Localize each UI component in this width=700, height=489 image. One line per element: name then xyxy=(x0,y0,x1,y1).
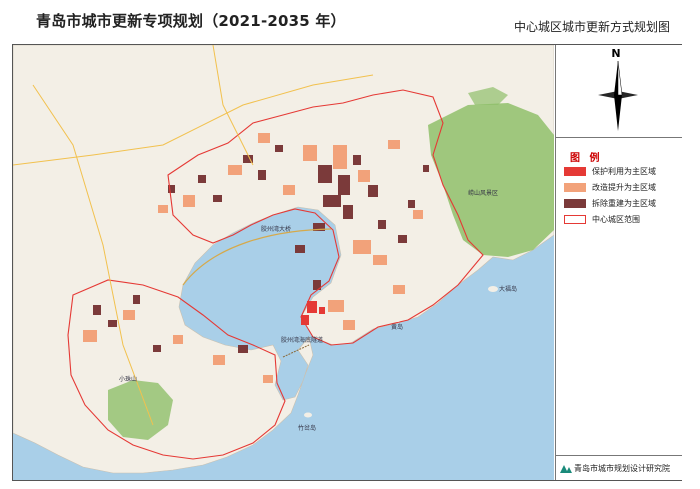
legend-label: 拆除重建为主区域 xyxy=(592,199,656,208)
map-title: 青岛市城市更新专项规划（2021-2035 年） xyxy=(36,12,346,30)
side-panel: N 图 例 保护利用为主区域 改造提升为主区域 拆除重建为主区域 中心城区范围 … xyxy=(555,45,682,480)
north-label: N xyxy=(611,47,620,60)
footer-org-text: 青岛市城市规划设计研究院 xyxy=(574,464,670,473)
legend-item-protection: 保护利用为主区域 xyxy=(564,167,682,177)
island-huang xyxy=(393,318,401,322)
label-huangdao: 黄岛 xyxy=(391,323,403,331)
map-subtitle: 中心城区城市更新方式规划图 xyxy=(513,20,670,34)
legend-swatch xyxy=(564,183,586,192)
label-xiaozhushan: 小珠山 xyxy=(119,375,137,383)
label-dafu: 大福岛 xyxy=(499,285,517,293)
legend-label: 改造提升为主区域 xyxy=(592,183,656,192)
legend-item-improvement: 改造提升为主区域 xyxy=(564,183,682,193)
legend-label: 保护利用为主区域 xyxy=(592,167,656,176)
legend-swatch xyxy=(564,167,586,176)
island-zhucha xyxy=(304,412,312,418)
north-arrow: N xyxy=(556,45,682,138)
map-svg: 胶州湾大桥 胶州湾海底隧道 大福岛 黄岛 竹岔岛 小珠山 崂山风景区 xyxy=(13,45,554,480)
label-bridge: 胶州湾大桥 xyxy=(261,225,291,233)
label-zhucha: 竹岔岛 xyxy=(298,424,316,432)
legend-item-boundary: 中心城区范围 xyxy=(564,215,682,225)
footer-org: 青岛市城市规划设计研究院 xyxy=(556,455,682,480)
label-tunnel: 胶州湾海底隧道 xyxy=(281,336,323,344)
map-canvas[interactable]: 胶州湾大桥 胶州湾海底隧道 大福岛 黄岛 竹岔岛 小珠山 崂山风景区 xyxy=(13,45,554,480)
legend-item-reconstruction: 拆除重建为主区域 xyxy=(564,199,682,209)
legend-label: 中心城区范围 xyxy=(592,215,640,224)
legend-swatch xyxy=(564,215,586,224)
island-dafu xyxy=(488,286,498,292)
legend-title: 图 例 xyxy=(570,153,603,164)
legend-swatch xyxy=(564,199,586,208)
label-laoshan: 崂山风景区 xyxy=(468,189,498,197)
institute-logo-icon xyxy=(560,465,572,473)
